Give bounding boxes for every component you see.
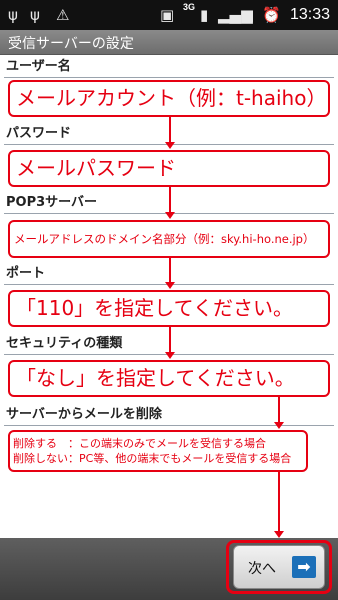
username-hint: メールアカウント（例：t-haiho） (16, 86, 327, 110)
next-button-highlight (226, 540, 332, 594)
alarm-clock-icon: ⏰ (262, 6, 281, 24)
delete-option-yes: 削除する ：この端末のみでメールを受信する場合 (13, 437, 266, 450)
delete-option-no: 削除しない：PC等、他の端末でもメールを受信する場合 (13, 452, 292, 465)
battery-icon: ▯ (246, 6, 255, 24)
connector-line (169, 258, 171, 283)
connector-line (278, 472, 280, 532)
password-hint: メールパスワード (16, 156, 176, 180)
connector-line (169, 187, 171, 213)
connector-line (169, 327, 171, 353)
delete-from-server-field[interactable]: 削除する ：この端末のみでメールを受信する場合 削除しない：PC等、他の端末でも… (8, 430, 308, 472)
arrow-down-icon (274, 531, 284, 538)
usb-icon: ψ (30, 6, 40, 24)
divider (4, 425, 334, 426)
usb-icon: ψ (8, 6, 18, 24)
network-type: 3G (183, 2, 196, 12)
username-label: ユーザー名 (6, 59, 71, 74)
signal-icon: ▮ (200, 6, 209, 24)
arrow-down-icon (165, 142, 175, 149)
username-field[interactable]: メールアカウント（例：t-haiho） (8, 80, 330, 117)
connector-line (278, 397, 280, 422)
connector-line (169, 117, 171, 143)
security-type-hint: 「なし」を指定してください。 (16, 366, 295, 390)
port-hint: 「110」を指定してください。 (16, 296, 293, 320)
divider (4, 77, 334, 78)
arrow-down-icon (165, 282, 175, 289)
status-bar: ψ ψ ⚠ ▣ 3G ▮ ▂▄▆ ▯ ⏰ 13:33 (0, 0, 338, 30)
password-field[interactable]: メールパスワード (8, 150, 330, 187)
pop3-server-field[interactable]: メールアドレスのドメイン名部分（例：sky.hi-ho.ne.jp） (8, 220, 330, 258)
pop3-server-hint: メールアドレスのドメイン名部分（例：sky.hi-ho.ne.jp） (14, 232, 315, 246)
arrow-down-icon (165, 212, 175, 219)
sim-icon: ▣ (160, 6, 175, 24)
clock: 13:33 (289, 6, 330, 23)
arrow-down-icon (165, 352, 175, 359)
title-bar: 受信サーバーの設定 (0, 30, 338, 55)
port-field[interactable]: 「110」を指定してください。 (8, 290, 330, 327)
page-title: 受信サーバーの設定 (8, 36, 134, 52)
arrow-down-icon (274, 422, 284, 429)
warning-icon: ⚠ (56, 6, 70, 24)
security-type-field[interactable]: 「なし」を指定してください。 (8, 360, 330, 397)
